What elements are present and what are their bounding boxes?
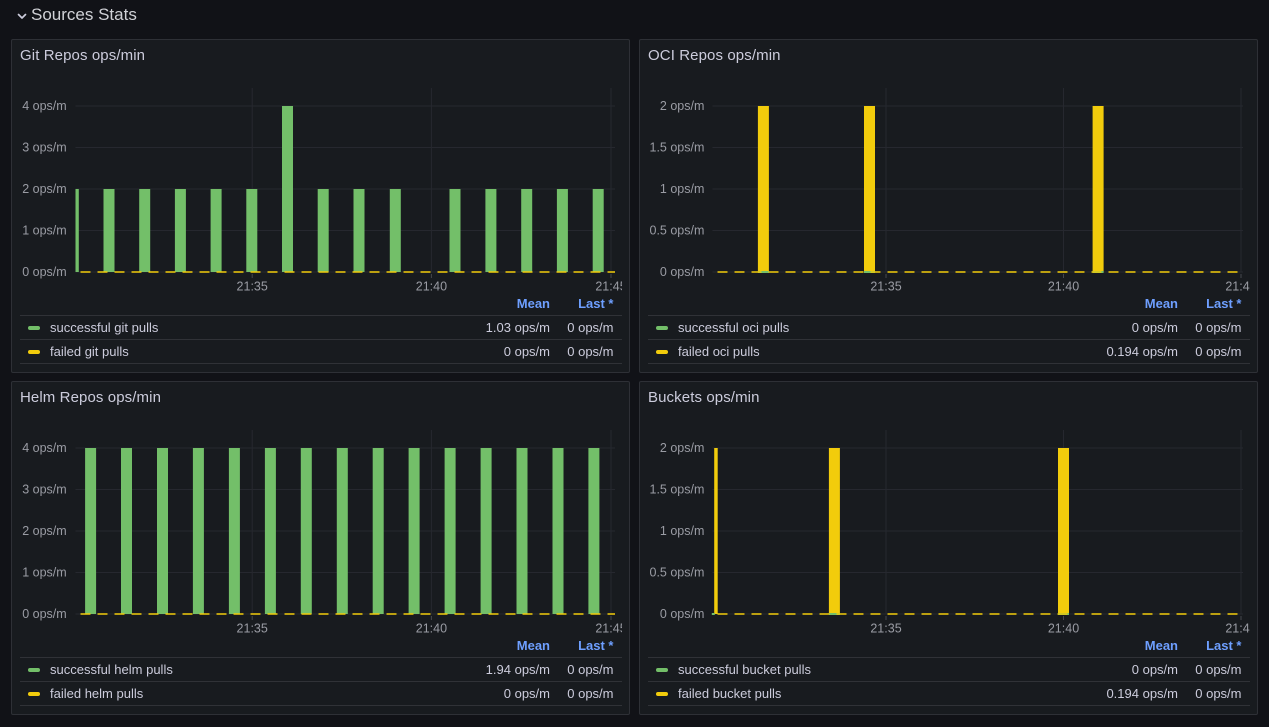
- svg-text:21:35: 21:35: [237, 280, 268, 294]
- svg-text:1 ops/m: 1 ops/m: [660, 524, 704, 538]
- svg-text:21:45: 21:45: [595, 280, 622, 294]
- svg-text:0 ops/m: 0 ops/m: [660, 607, 704, 621]
- svg-text:1.5 ops/m: 1.5 ops/m: [650, 141, 705, 155]
- svg-text:4 ops/m: 4 ops/m: [22, 441, 66, 455]
- svg-text:21:40: 21:40: [1048, 622, 1079, 636]
- svg-text:0.5 ops/m: 0.5 ops/m: [650, 566, 705, 580]
- svg-text:4 ops/m: 4 ops/m: [22, 99, 66, 113]
- svg-text:1 ops/m: 1 ops/m: [22, 566, 66, 580]
- svg-text:3 ops/m: 3 ops/m: [22, 141, 66, 155]
- svg-text:2 ops/m: 2 ops/m: [22, 524, 66, 538]
- svg-text:1 ops/m: 1 ops/m: [660, 182, 704, 196]
- svg-text:21:40: 21:40: [1048, 280, 1079, 294]
- svg-text:21:40: 21:40: [416, 622, 447, 636]
- svg-text:3 ops/m: 3 ops/m: [22, 483, 66, 497]
- svg-text:21:35: 21:35: [870, 280, 901, 294]
- svg-text:2 ops/m: 2 ops/m: [22, 182, 66, 196]
- svg-text:21:35: 21:35: [237, 622, 268, 636]
- svg-text:0 ops/m: 0 ops/m: [660, 265, 704, 279]
- svg-text:21:45: 21:45: [1225, 622, 1250, 636]
- svg-text:2 ops/m: 2 ops/m: [660, 441, 704, 455]
- svg-text:0 ops/m: 0 ops/m: [22, 265, 66, 279]
- svg-text:0.5 ops/m: 0.5 ops/m: [650, 224, 705, 238]
- svg-text:21:45: 21:45: [595, 622, 622, 636]
- svg-text:21:45: 21:45: [1225, 280, 1250, 294]
- svg-text:1.5 ops/m: 1.5 ops/m: [650, 483, 705, 497]
- svg-text:21:40: 21:40: [416, 280, 447, 294]
- svg-text:0 ops/m: 0 ops/m: [22, 607, 66, 621]
- svg-text:2 ops/m: 2 ops/m: [660, 99, 704, 113]
- svg-text:21:35: 21:35: [870, 622, 901, 636]
- svg-text:1 ops/m: 1 ops/m: [22, 224, 66, 238]
